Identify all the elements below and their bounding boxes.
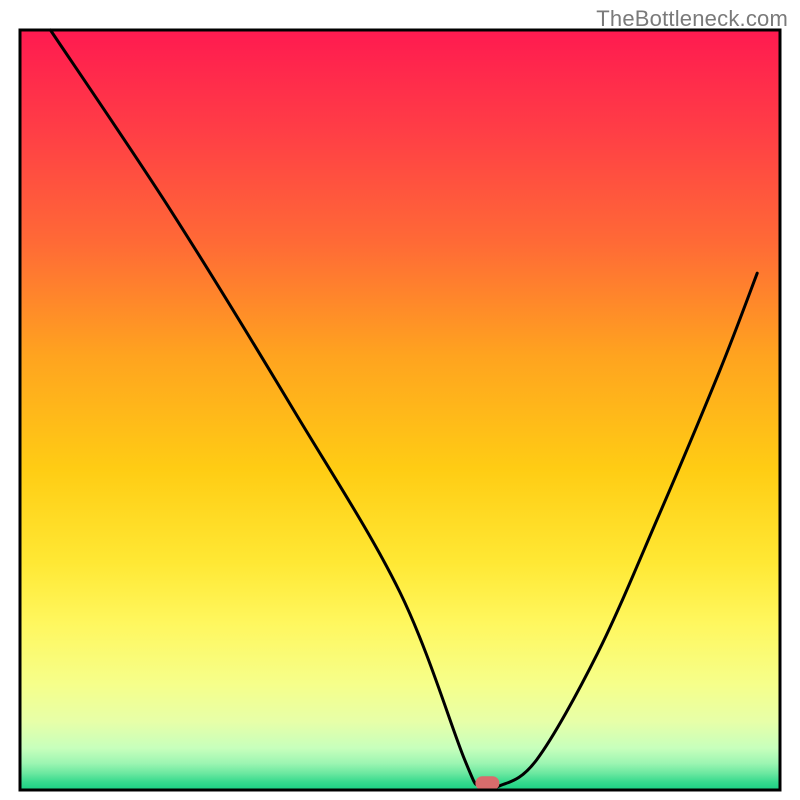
watermark-text: TheBottleneck.com <box>596 6 788 32</box>
plot-background <box>20 30 780 790</box>
chart-container: TheBottleneck.com <box>0 0 800 800</box>
optimal-marker <box>475 776 499 790</box>
chart-svg <box>0 0 800 800</box>
